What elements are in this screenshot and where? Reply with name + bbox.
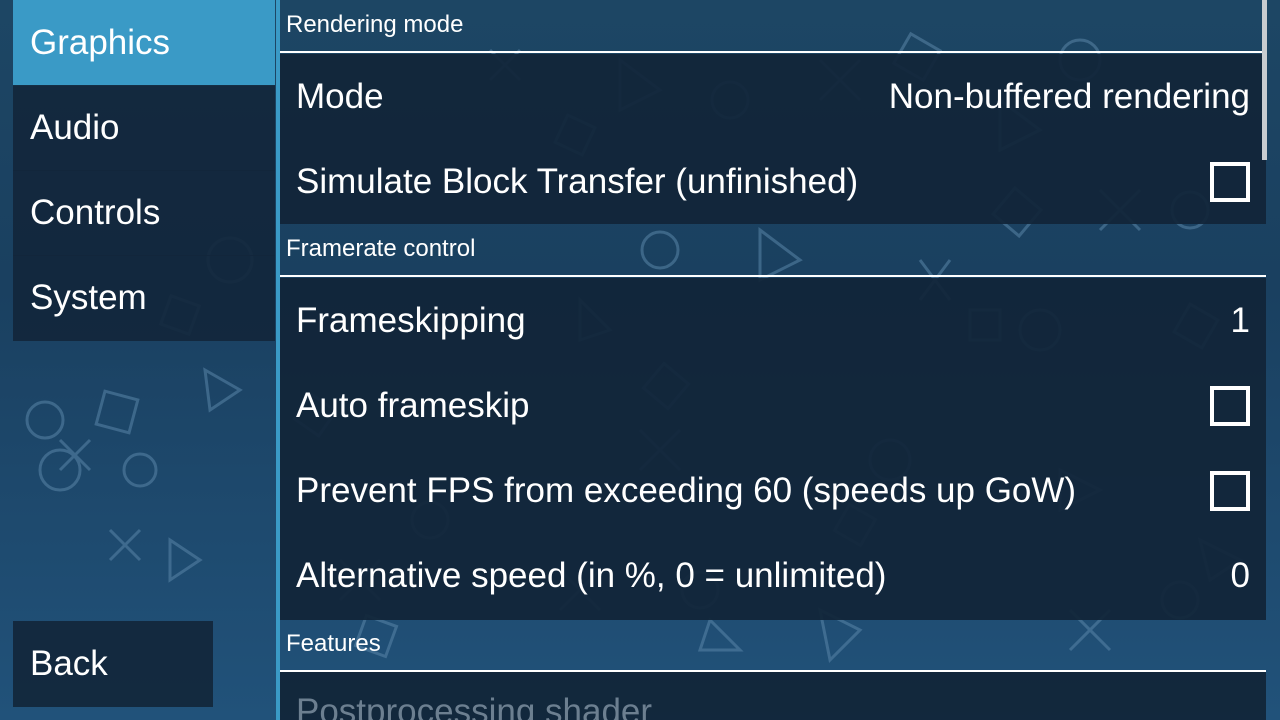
setting-label-auto-frameskip: Auto frameskip — [296, 386, 530, 425]
tab-controls-label: Controls — [30, 193, 161, 232]
setting-label-mode: Mode — [296, 77, 384, 116]
section-header-rendering-mode: Rendering mode — [280, 13, 1266, 53]
tab-audio[interactable]: Audio — [13, 85, 275, 171]
tab-controls[interactable]: Controls — [13, 170, 275, 256]
setting-row-postprocessing-shader[interactable]: Postprocessing shader — [280, 672, 1266, 720]
scrollbar[interactable] — [1262, 0, 1267, 160]
auto-frameskip-checkbox[interactable] — [1210, 386, 1250, 426]
setting-label-simulate-block-transfer: Simulate Block Transfer (unfinished) — [296, 162, 859, 201]
panel-rendering-mode: Mode Non-buffered rendering Simulate Blo… — [280, 54, 1266, 224]
setting-value-alternative-speed: 0 — [1230, 556, 1250, 595]
tab-audio-label: Audio — [30, 108, 120, 147]
tab-graphics[interactable]: Graphics — [13, 0, 275, 86]
setting-label-alternative-speed: Alternative speed (in %, 0 = unlimited) — [296, 556, 887, 595]
setting-row-simulate-block-transfer[interactable]: Simulate Block Transfer (unfinished) — [280, 139, 1266, 225]
panel-framerate-control: Frameskipping 1 Auto frameskip Prevent F… — [280, 278, 1266, 620]
tab-system[interactable]: System — [13, 255, 275, 341]
setting-row-frameskipping[interactable]: Frameskipping 1 — [280, 278, 1266, 364]
section-header-features: Features — [280, 632, 1266, 672]
section-header-framerate-control: Framerate control — [280, 237, 1266, 277]
setting-value-mode: Non-buffered rendering — [888, 77, 1250, 116]
simulate-block-transfer-checkbox[interactable] — [1210, 162, 1250, 202]
back-button-label: Back — [30, 644, 108, 683]
setting-row-mode[interactable]: Mode Non-buffered rendering — [280, 54, 1266, 140]
setting-label-prevent-fps: Prevent FPS from exceeding 60 (speeds up… — [296, 471, 1077, 510]
setting-label-postprocessing-shader: Postprocessing shader — [296, 692, 653, 720]
panel-features: Postprocessing shader — [280, 672, 1266, 720]
setting-value-frameskipping: 1 — [1230, 301, 1250, 340]
setting-label-frameskipping: Frameskipping — [296, 301, 526, 340]
setting-row-prevent-fps[interactable]: Prevent FPS from exceeding 60 (speeds up… — [280, 448, 1266, 534]
tab-system-label: System — [30, 278, 147, 317]
prevent-fps-checkbox[interactable] — [1210, 471, 1250, 511]
tab-graphics-label: Graphics — [30, 23, 171, 62]
back-button[interactable]: Back — [13, 621, 213, 707]
setting-row-auto-frameskip[interactable]: Auto frameskip — [280, 363, 1266, 449]
setting-row-alternative-speed[interactable]: Alternative speed (in %, 0 = unlimited) … — [280, 533, 1266, 619]
